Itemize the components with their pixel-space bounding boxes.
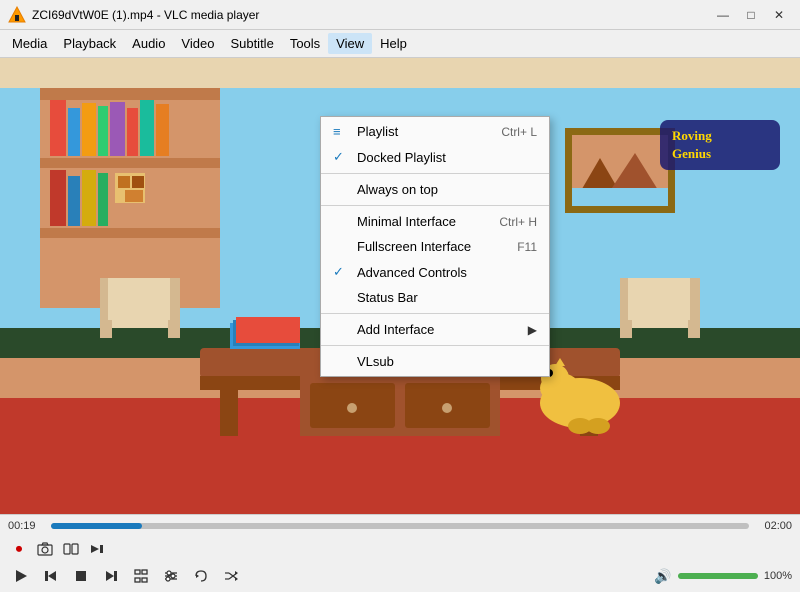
progress-area: 00:19 02:00 [0, 515, 800, 537]
menu-add-interface[interactable]: Add Interface ▶ [321, 317, 549, 342]
menu-audio[interactable]: Audio [124, 33, 173, 54]
menu-minimal-interface[interactable]: Minimal Interface Ctrl+ H [321, 209, 549, 234]
fullscreen-shortcut: F11 [517, 240, 537, 254]
menu-bar: Media Playback Audio Video Subtitle Tool… [0, 30, 800, 58]
advanced-controls-label: Advanced Controls [357, 265, 537, 280]
main-controls-bar: 🔊 100% [0, 561, 800, 591]
volume-fill [678, 573, 758, 579]
separator-2 [321, 205, 549, 206]
volume-area: 🔊 100% [654, 568, 792, 585]
minimal-interface-shortcut: Ctrl+ H [499, 215, 537, 229]
progress-track[interactable] [51, 523, 749, 529]
frame-step-button[interactable] [86, 539, 108, 559]
title-bar: ZCI69dVtW0E (1).mp4 - VLC media player —… [0, 0, 800, 30]
volume-percentage: 100% [764, 570, 792, 582]
status-bar-label: Status Bar [357, 290, 537, 305]
vlsub-label: VLsub [357, 354, 537, 369]
minimize-button[interactable]: — [710, 4, 736, 26]
record-button[interactable]: ⏺ [8, 539, 30, 559]
time-current: 00:19 [8, 520, 43, 532]
playlist-check: ≡ [333, 124, 353, 139]
add-interface-arrow: ▶ [528, 323, 537, 337]
add-interface-label: Add Interface [357, 322, 528, 337]
fullscreen-button[interactable] [128, 564, 154, 588]
advanced-controls-check: ✓ [333, 264, 353, 280]
menu-always-on-top[interactable]: Always on top [321, 177, 549, 202]
video-area: Roving Genius ≡ Playlist Ctrl+ L ✓ Docke… [0, 58, 800, 514]
minimal-interface-label: Minimal Interface [357, 214, 491, 229]
stop-button[interactable] [68, 564, 94, 588]
view-dropdown: ≡ Playlist Ctrl+ L ✓ Docked Playlist Alw… [320, 116, 550, 377]
close-button[interactable]: ✕ [766, 4, 792, 26]
window-title: ZCI69dVtW0E (1).mp4 - VLC media player [32, 8, 710, 22]
menu-tools[interactable]: Tools [282, 33, 328, 54]
always-on-top-label: Always on top [357, 182, 537, 197]
playlist-label: Playlist [357, 124, 493, 139]
docked-playlist-check: ✓ [333, 149, 353, 165]
window-controls: — □ ✕ [710, 4, 792, 26]
playlist-shortcut: Ctrl+ L [501, 125, 537, 139]
menu-fullscreen-interface[interactable]: Fullscreen Interface F11 [321, 234, 549, 259]
menu-help[interactable]: Help [372, 33, 415, 54]
menu-playback[interactable]: Playback [55, 33, 124, 54]
svg-text:Roving: Roving [672, 128, 712, 143]
menu-view[interactable]: View [328, 33, 372, 54]
snapshot-button[interactable] [34, 539, 56, 559]
random-button[interactable] [218, 564, 244, 588]
separator-1 [321, 173, 549, 174]
prev-button[interactable] [38, 564, 64, 588]
menu-docked-playlist[interactable]: ✓ Docked Playlist [321, 144, 549, 170]
extended-button[interactable] [158, 564, 184, 588]
play-button[interactable] [8, 564, 34, 588]
menu-vlsub[interactable]: VLsub [321, 349, 549, 374]
vlc-icon [8, 6, 26, 24]
docked-playlist-label: Docked Playlist [357, 150, 529, 165]
fullscreen-label: Fullscreen Interface [357, 239, 509, 254]
separator-4 [321, 345, 549, 346]
volume-icon[interactable]: 🔊 [654, 568, 671, 585]
next-button[interactable] [98, 564, 124, 588]
menu-advanced-controls[interactable]: ✓ Advanced Controls [321, 259, 549, 285]
menu-media[interactable]: Media [4, 33, 55, 54]
maximize-button[interactable]: □ [738, 4, 764, 26]
menu-video[interactable]: Video [173, 33, 222, 54]
controls-area: 00:19 02:00 ⏺ [0, 514, 800, 592]
frame-button[interactable] [60, 539, 82, 559]
progress-fill [51, 523, 142, 529]
menu-status-bar[interactable]: Status Bar [321, 285, 549, 310]
svg-text:Genius: Genius [672, 146, 711, 161]
menu-subtitle[interactable]: Subtitle [222, 33, 281, 54]
time-total: 02:00 [757, 520, 792, 532]
menu-playlist[interactable]: ≡ Playlist Ctrl+ L [321, 119, 549, 144]
advanced-controls-bar: ⏺ [0, 537, 800, 561]
volume-bar[interactable] [678, 573, 758, 579]
separator-3 [321, 313, 549, 314]
loop-button[interactable] [188, 564, 214, 588]
